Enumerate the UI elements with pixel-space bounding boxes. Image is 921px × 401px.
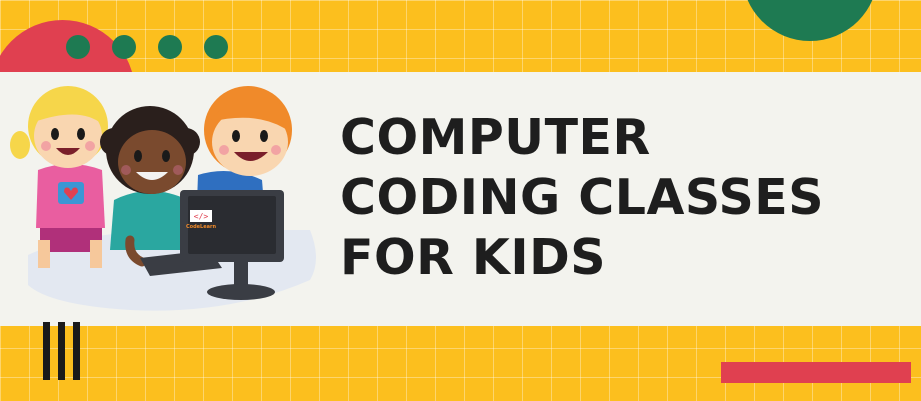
green-dot (66, 35, 90, 59)
title-line-1: COMPUTER (340, 109, 651, 166)
green-dot (204, 35, 228, 59)
title-line-2: CODING CLASSES (340, 169, 825, 226)
svg-text:</>: </> (194, 212, 209, 221)
title-line-3: FOR KIDS (340, 229, 607, 286)
vertical-bars-decoration (43, 322, 81, 380)
kids-computer-illustration: </> CodeLearn (10, 86, 316, 311)
page-title: COMPUTER CODING CLASSES FOR KIDS (340, 108, 824, 288)
monitor-brand-label: CodeLearn (186, 224, 216, 230)
green-dot (158, 35, 182, 59)
red-bar-decoration (721, 362, 911, 383)
green-dot (112, 35, 136, 59)
